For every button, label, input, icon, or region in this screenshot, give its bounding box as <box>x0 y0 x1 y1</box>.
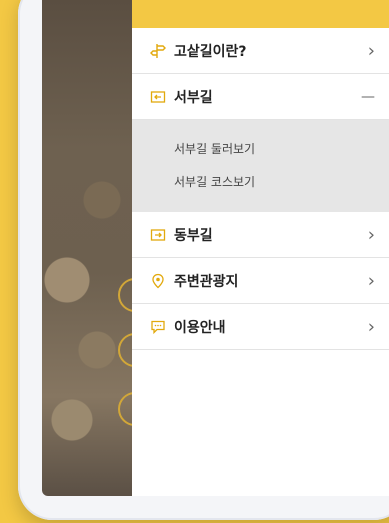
menu-item-label: 서부길 <box>174 89 213 106</box>
menu-item-about[interactable]: 고샅길이란? › <box>132 28 389 74</box>
menu-item-west-road[interactable]: 서부길 — <box>132 74 389 120</box>
submenu-item-west-tour[interactable]: 서부길 둘러보기 <box>132 132 389 165</box>
menu-item-label: 이용안내 <box>174 319 226 336</box>
west-arrow-box-icon <box>150 89 166 105</box>
app-screen: 고샅길이란? › 서부길 — 서부길 둘러보기 서부길 코스보기 동부길 › 주… <box>42 0 389 496</box>
submenu-west-road: 서부길 둘러보기 서부길 코스보기 <box>132 120 389 212</box>
menu-item-nearby-attractions[interactable]: 주변관광지 › <box>132 258 389 304</box>
menu-item-usage-guide[interactable]: 이용안내 › <box>132 304 389 350</box>
menu-item-label: 주변관광지 <box>174 273 239 290</box>
submenu-item-west-course[interactable]: 서부길 코스보기 <box>132 165 389 198</box>
menu-header-bar <box>132 0 389 28</box>
chat-bubble-icon <box>150 319 166 335</box>
east-arrow-box-icon <box>150 227 166 243</box>
minus-icon: — <box>361 88 375 105</box>
location-pin-icon <box>150 273 166 289</box>
menu-item-label: 고샅길이란? <box>174 43 247 60</box>
menu-item-east-road[interactable]: 동부길 › <box>132 212 389 258</box>
background-photo <box>42 0 152 496</box>
signpost-icon <box>150 43 166 59</box>
menu-item-label: 동부길 <box>174 227 213 244</box>
chevron-right-icon: › <box>367 316 375 337</box>
chevron-right-icon: › <box>367 270 375 291</box>
side-menu: 고샅길이란? › 서부길 — 서부길 둘러보기 서부길 코스보기 동부길 › 주… <box>132 0 389 496</box>
chevron-right-icon: › <box>367 224 375 245</box>
chevron-right-icon: › <box>367 40 375 61</box>
